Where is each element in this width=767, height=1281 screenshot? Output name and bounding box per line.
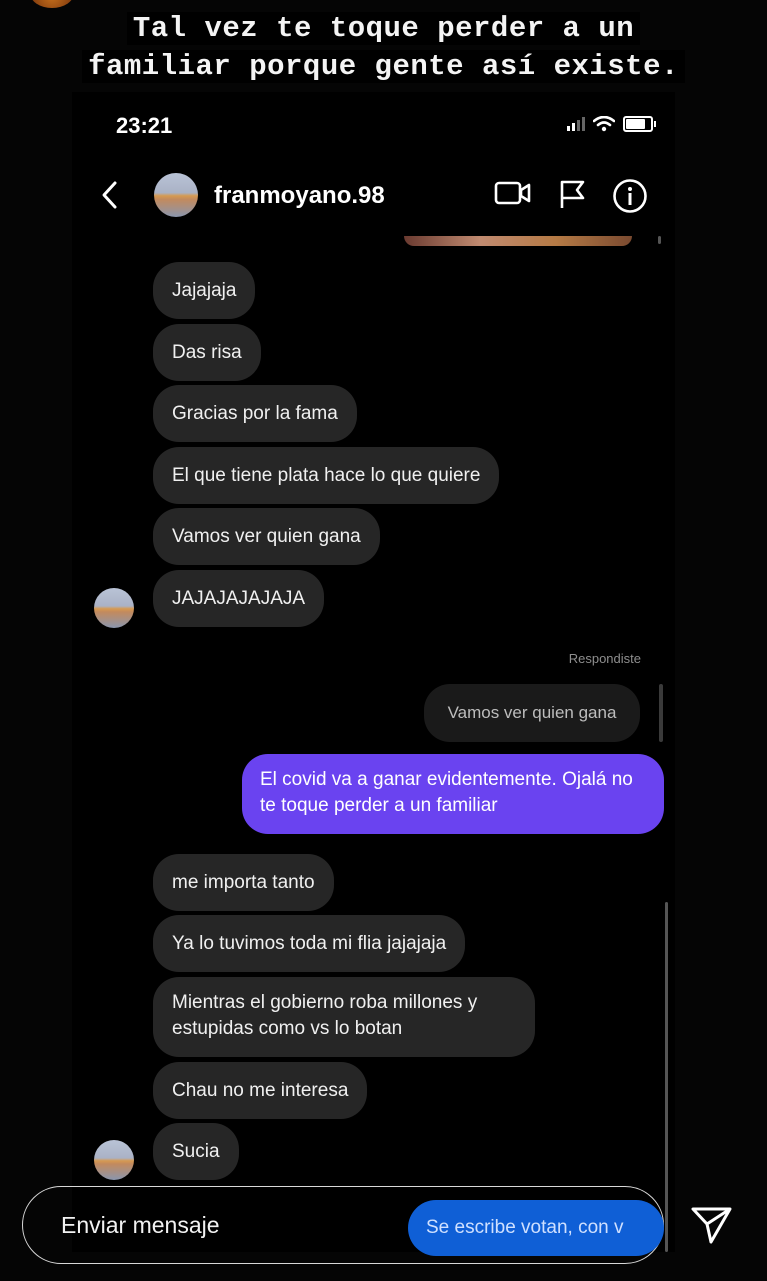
- message-bubble[interactable]: Gracias por la fama: [153, 385, 357, 442]
- quoted-message[interactable]: Vamos ver quien gana: [424, 684, 640, 742]
- message-bubble[interactable]: Ya lo tuvimos toda mi flia jajajaja: [153, 915, 466, 972]
- story-text-overlay: Se escribe votan, con v: [408, 1200, 664, 1256]
- message-bubble[interactable]: Chau no me interesa: [153, 1062, 368, 1119]
- message-bubble[interactable]: El que tiene plata hace lo que quiere: [153, 447, 500, 504]
- message-thread: Jajajaja Das risa Gracias por la fama El…: [72, 92, 675, 1252]
- quote-bar: [659, 684, 663, 742]
- caption-line-1: Tal vez te toque perder a un: [126, 12, 641, 45]
- story-avatar[interactable]: [30, 0, 74, 8]
- sender-avatar[interactable]: [94, 1140, 134, 1180]
- message-bubble[interactable]: Mientras el gobierno roba millones y est…: [153, 977, 535, 1057]
- message-bubble[interactable]: Das risa: [153, 324, 261, 381]
- story-caption: Tal vez te toque perder a un familiar po…: [0, 10, 767, 86]
- reply-placeholder: Enviar mensaje: [61, 1212, 220, 1238]
- my-message-bubble[interactable]: El covid va a ganar evidentemente. Ojalá…: [242, 754, 664, 834]
- scrollbar[interactable]: [665, 902, 668, 1252]
- message-bubble[interactable]: Sucia: [153, 1123, 239, 1180]
- replied-label: Respondiste: [568, 651, 641, 666]
- message-bubble[interactable]: Jajajaja: [153, 262, 256, 319]
- message-bubble[interactable]: Vamos ver quien gana: [153, 508, 380, 565]
- dm-screenshot: 23:21 franmoyano.98 Jajajaja Das risa Gr…: [72, 92, 675, 1252]
- caption-line-2: familiar porque gente así existe.: [82, 50, 685, 83]
- send-icon[interactable]: [690, 1204, 734, 1246]
- message-bubble[interactable]: me importa tanto: [153, 854, 334, 911]
- sender-avatar[interactable]: [94, 588, 134, 628]
- message-bubble[interactable]: JAJAJAJAJAJA: [153, 570, 325, 627]
